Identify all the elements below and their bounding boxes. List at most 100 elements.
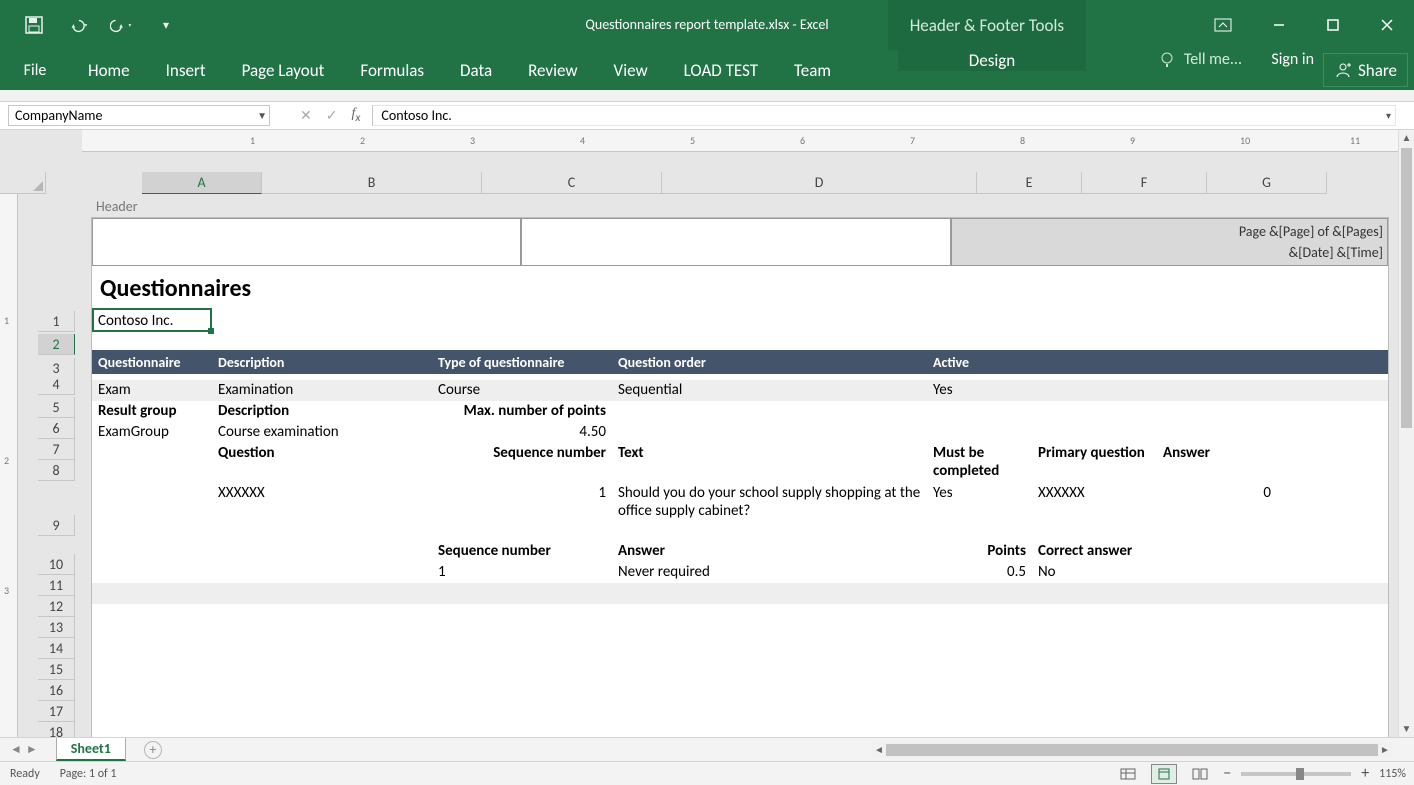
tab-home[interactable]: Home: [70, 50, 148, 90]
row-header-5[interactable]: 5: [38, 397, 75, 418]
row-header-16[interactable]: 16: [38, 680, 75, 701]
vertical-scrollbar[interactable]: ▲ ▼: [1398, 130, 1414, 737]
cell[interactable]: Exam: [92, 380, 212, 400]
cell[interactable]: 0: [1157, 483, 1277, 503]
cell-label[interactable]: Result group: [92, 401, 212, 421]
row-header-4[interactable]: 4: [38, 374, 75, 395]
tab-nav-next-icon[interactable]: ►: [26, 742, 38, 757]
close-button[interactable]: [1360, 0, 1414, 50]
cell-label[interactable]: Text: [612, 443, 927, 463]
cell[interactable]: Never required: [612, 562, 927, 582]
cell[interactable]: Yes: [927, 483, 1032, 503]
horizontal-scrollbar[interactable]: ◄ ►: [872, 742, 1392, 758]
scroll-up-icon[interactable]: ▲: [1399, 130, 1414, 146]
cell-label[interactable]: Max. number of points: [432, 401, 612, 421]
cell-label[interactable]: Answer: [1157, 443, 1277, 463]
row-header-15[interactable]: 15: [38, 659, 75, 680]
cell[interactable]: No: [1032, 562, 1157, 582]
cell[interactable]: Should you do your school supply shoppin…: [612, 483, 927, 521]
row-header-6[interactable]: 6: [38, 418, 75, 439]
cell-label[interactable]: Sequence number: [432, 443, 612, 463]
sign-in-link[interactable]: Sign in: [1271, 50, 1314, 69]
row-header-17[interactable]: 17: [38, 701, 75, 722]
tell-me-search[interactable]: Tell me...: [1158, 50, 1242, 69]
formula-expand-icon[interactable]: ▾: [1386, 109, 1391, 122]
scroll-right-icon[interactable]: ►: [1378, 742, 1392, 758]
fill-handle[interactable]: [208, 328, 214, 334]
row-header-10[interactable]: 10: [38, 554, 75, 575]
col-header-f[interactable]: F: [1082, 172, 1207, 194]
hscroll-thumb[interactable]: [886, 744, 1378, 756]
zoom-in-button[interactable]: +: [1361, 764, 1369, 783]
cell[interactable]: Examination: [212, 380, 432, 400]
cell[interactable]: 4.50: [432, 422, 612, 442]
tab-review[interactable]: Review: [510, 50, 595, 90]
col-header-e[interactable]: E: [977, 172, 1082, 194]
header-left-box[interactable]: [92, 218, 521, 266]
undo-icon[interactable]: [66, 13, 90, 37]
ribbon-display-options-icon[interactable]: [1196, 0, 1250, 50]
cell-label[interactable]: Question: [212, 443, 432, 463]
row-header-7[interactable]: 7: [38, 439, 75, 460]
enter-formula-icon[interactable]: ✓: [326, 107, 338, 124]
cell[interactable]: 1: [432, 483, 612, 503]
row-header-13[interactable]: 13: [38, 617, 75, 638]
tab-data[interactable]: Data: [442, 50, 510, 90]
tab-formulas[interactable]: Formulas: [342, 50, 442, 90]
normal-view-button[interactable]: [1115, 764, 1141, 784]
page-layout-view-button[interactable]: [1151, 764, 1177, 784]
zoom-level[interactable]: 115%: [1379, 767, 1406, 781]
zoom-slider[interactable]: [1241, 772, 1351, 776]
active-cell[interactable]: Contoso Inc.: [92, 308, 212, 332]
row-header-1[interactable]: 1: [38, 311, 75, 332]
name-box-dropdown-icon[interactable]: ▼: [257, 109, 267, 122]
cell-label[interactable]: Correct answer: [1032, 541, 1157, 561]
sheet-tab-sheet1[interactable]: Sheet1: [56, 738, 126, 761]
name-box[interactable]: CompanyName ▼: [8, 105, 270, 126]
tab-design[interactable]: Design: [898, 50, 1086, 71]
tab-view[interactable]: View: [596, 50, 666, 90]
formula-input[interactable]: Contoso Inc. ▾: [372, 105, 1396, 126]
zoom-out-button[interactable]: −: [1223, 764, 1231, 783]
scroll-thumb[interactable]: [1401, 148, 1412, 428]
header-right-box[interactable]: Page &[Page] of &[Pages] &[Date] &[Time]: [951, 218, 1388, 266]
cell[interactable]: 0.5: [927, 562, 1032, 582]
zoom-slider-thumb[interactable]: [1296, 768, 1304, 780]
row-header-9[interactable]: 9: [38, 515, 75, 536]
cell-label[interactable]: Must be completed: [927, 443, 1032, 481]
row-header-8[interactable]: 8: [38, 460, 75, 481]
col-header-c[interactable]: C: [482, 172, 662, 194]
cell[interactable]: Course: [432, 380, 612, 400]
row-header-14[interactable]: 14: [38, 638, 75, 659]
tab-nav-prev-icon[interactable]: ◄: [10, 742, 22, 757]
cell-label[interactable]: Description: [212, 401, 432, 421]
page-break-view-button[interactable]: [1187, 764, 1213, 784]
row-header-11[interactable]: 11: [38, 575, 75, 596]
row-header-2[interactable]: 2: [38, 334, 75, 355]
cell[interactable]: Sequential: [612, 380, 927, 400]
tab-load-test[interactable]: LOAD TEST: [666, 50, 776, 90]
header-center-box[interactable]: [521, 218, 950, 266]
cell[interactable]: Course examination: [212, 422, 432, 442]
cell[interactable]: XXXXXX: [1032, 483, 1157, 503]
row-header-12[interactable]: 12: [38, 596, 75, 617]
scroll-left-icon[interactable]: ◄: [872, 742, 886, 758]
tab-page-layout[interactable]: Page Layout: [224, 50, 343, 90]
new-sheet-button[interactable]: +: [144, 741, 162, 759]
cancel-formula-icon[interactable]: ✕: [300, 107, 312, 124]
scroll-down-icon[interactable]: ▼: [1399, 721, 1414, 737]
cell-label[interactable]: Sequence number: [432, 541, 612, 561]
insert-function-icon[interactable]: fx: [351, 106, 360, 125]
cell[interactable]: Yes: [927, 380, 1032, 400]
tab-team[interactable]: Team: [776, 50, 849, 90]
maximize-button[interactable]: [1306, 0, 1360, 50]
select-all-cells[interactable]: [0, 172, 46, 194]
col-header-d[interactable]: D: [662, 172, 977, 194]
tab-file[interactable]: File: [0, 50, 70, 90]
col-header-g[interactable]: G: [1207, 172, 1327, 194]
minimize-button[interactable]: [1252, 0, 1306, 50]
col-header-a[interactable]: A: [142, 172, 262, 194]
cell[interactable]: ExamGroup: [92, 422, 212, 442]
tab-insert[interactable]: Insert: [148, 50, 224, 90]
cell-label[interactable]: Answer: [612, 541, 927, 561]
